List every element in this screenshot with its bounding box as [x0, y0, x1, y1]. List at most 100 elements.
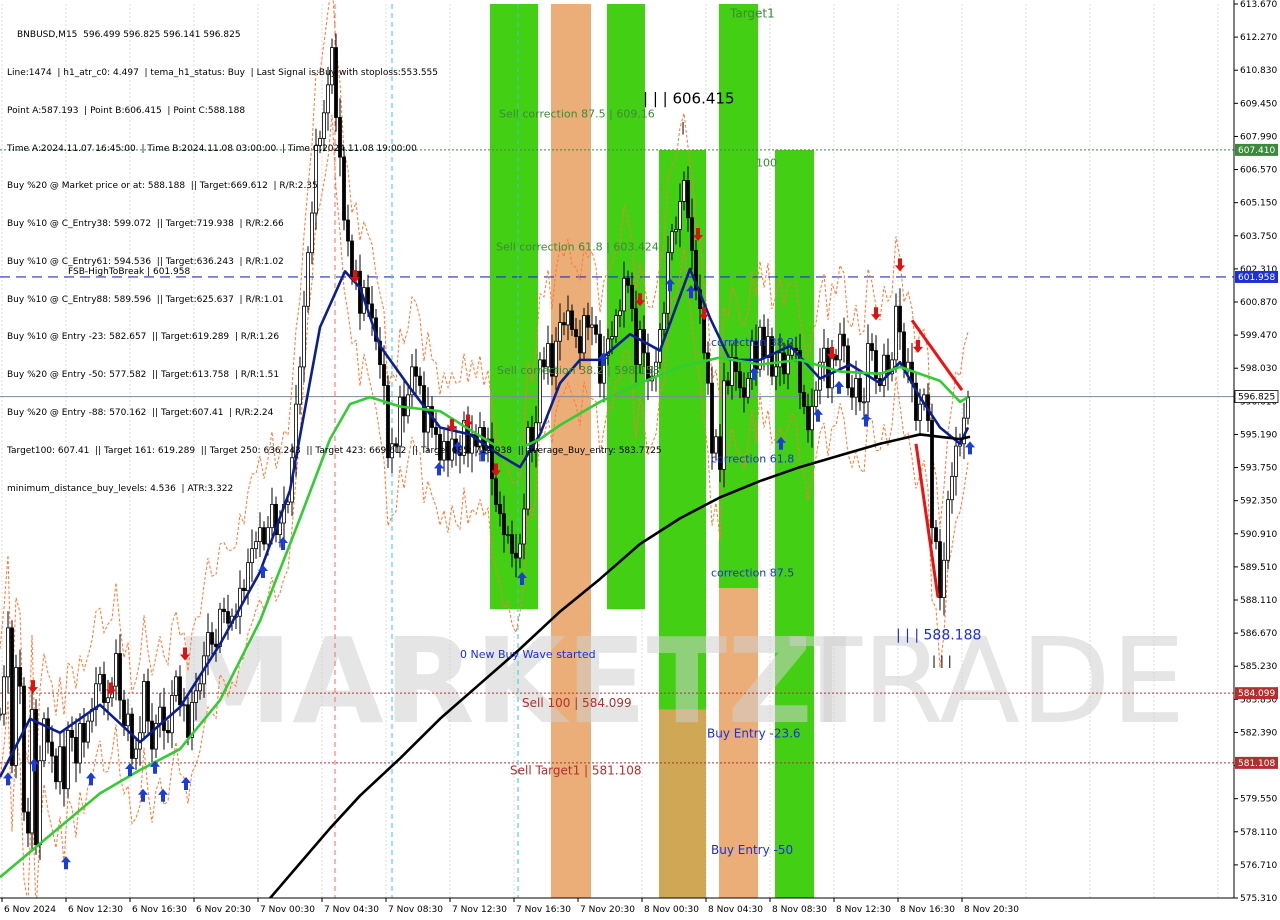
watermark-part2: TRADE	[789, 612, 1185, 750]
candle-body	[122, 699, 126, 727]
buy-arrow-icon	[61, 856, 71, 870]
annotation-label: | | |	[932, 654, 952, 668]
buy-arrow-icon	[3, 772, 13, 786]
candle-body	[74, 737, 78, 764]
sell-arrow-icon	[895, 258, 905, 272]
candle-body	[54, 755, 58, 783]
x-tick-label: 6 Nov 12:30	[68, 905, 123, 915]
y-tick-label: 613.670	[1240, 0, 1277, 10]
candle-body	[690, 217, 694, 251]
info-line: Buy %10 @ C_Entry61: 594.536 || Target:6…	[7, 256, 284, 267]
y-tick-label: 599.470	[1240, 331, 1277, 341]
candle-body	[246, 562, 250, 592]
info-line: Buy %20 @ Entry -88: 570.162 || Target:6…	[7, 408, 274, 418]
candle-body	[210, 632, 214, 645]
candle-body	[954, 445, 958, 477]
annotation-label: Buy Entry -23.6	[707, 726, 801, 740]
candle-body	[842, 333, 846, 347]
y-tick-label: 606.570	[1240, 166, 1277, 176]
candle-body	[278, 522, 282, 536]
y-tick-label: 598.030	[1240, 364, 1277, 374]
candle-body	[894, 305, 898, 361]
buy-arrow-icon	[965, 441, 975, 455]
x-tick-label: 7 Nov 08:30	[388, 905, 443, 915]
info-line: Buy %10 @ C_Entry38: 599.072 || Target:7…	[7, 219, 284, 230]
candle-body	[2, 676, 6, 715]
candle-body	[810, 406, 814, 431]
candle-body	[150, 720, 154, 750]
candle-body	[814, 389, 818, 407]
candle-body	[934, 527, 938, 543]
candle-body	[34, 709, 38, 846]
candle-body	[214, 643, 218, 647]
annotation-label: |	[681, 120, 685, 134]
x-tick-label: 8 Nov 04:30	[708, 905, 763, 915]
x-tick-label: 8 Nov 08:30	[772, 905, 827, 915]
candle-body	[714, 436, 718, 454]
candle-body	[194, 690, 198, 703]
candle-body	[226, 611, 230, 624]
candle-body	[674, 228, 678, 233]
candle-body	[58, 746, 62, 783]
candle-body	[50, 741, 54, 757]
candle-body	[126, 713, 130, 727]
candle-body	[678, 200, 682, 230]
trend-line	[914, 443, 940, 598]
info-line: Line:1474 | h1_atr_c0: 4.497 | tema_h1_s…	[7, 67, 439, 78]
y-tick-label: 576.710	[1240, 861, 1277, 871]
candle-body	[222, 608, 226, 612]
level-tag-label: 607.410	[1238, 146, 1275, 156]
info-line: Target100: 607.41 || Target 161: 619.289…	[7, 445, 662, 456]
candle-body	[838, 333, 842, 361]
y-tick-label: 600.870	[1240, 298, 1277, 308]
annotation-label: 0 New Buy Wave started	[460, 648, 596, 661]
buy-arrow-icon	[861, 413, 871, 427]
candle-body	[82, 723, 86, 743]
annotation-label: correction 38.2	[711, 336, 794, 349]
candle-body	[250, 548, 254, 564]
watermark-layer: MARKETZI TRADE	[175, 612, 1185, 750]
candle-body	[10, 627, 14, 766]
sell-arrow-icon	[913, 339, 923, 353]
candle-body	[0, 713, 2, 716]
buy-arrow-icon	[158, 788, 168, 802]
candle-body	[62, 746, 66, 790]
candle-body	[514, 552, 518, 559]
x-tick-label: 8 Nov 00:30	[644, 905, 699, 915]
candle-body	[742, 387, 746, 398]
candle-body	[898, 305, 902, 333]
candle-body	[870, 343, 874, 351]
y-tick-label: 612.270	[1240, 33, 1277, 43]
candle-body	[950, 476, 954, 501]
candle-body	[166, 730, 170, 734]
y-tick-label: 575.310	[1240, 894, 1277, 904]
candle-body	[682, 180, 686, 202]
candle-body	[670, 231, 674, 254]
time-axis-bg	[0, 898, 1280, 920]
candle-body	[966, 396, 970, 419]
symbol-line: BNBUSD,M15 596.499 596.825 596.141 596.8…	[17, 30, 241, 41]
x-tick-label: 8 Nov 20:30	[964, 905, 1019, 915]
candle-body	[706, 352, 710, 384]
candle-body	[70, 730, 74, 738]
candle-body	[206, 632, 210, 657]
candle-body	[518, 543, 522, 559]
candle-body	[822, 347, 826, 363]
candle-body	[506, 534, 510, 537]
x-tick-label: 7 Nov 16:30	[516, 905, 571, 915]
y-tick-label: 588.110	[1240, 596, 1277, 606]
annotation-label: | | | 588.188	[896, 628, 981, 644]
candle-body	[862, 401, 866, 404]
y-tick-label: 589.510	[1240, 563, 1277, 573]
candle-body	[850, 387, 854, 398]
candle-body	[158, 706, 162, 724]
x-tick-label: 7 Nov 20:30	[580, 905, 635, 915]
info-panel: BNBUSD,M15 596.499 596.825 596.141 596.8…	[7, 4, 662, 520]
candle-body	[98, 674, 102, 685]
candle-body	[86, 720, 90, 743]
candle-body	[858, 378, 862, 403]
candle-body	[710, 382, 714, 454]
candle-body	[22, 685, 26, 813]
candle-body	[730, 357, 734, 386]
candle-body	[662, 312, 666, 330]
